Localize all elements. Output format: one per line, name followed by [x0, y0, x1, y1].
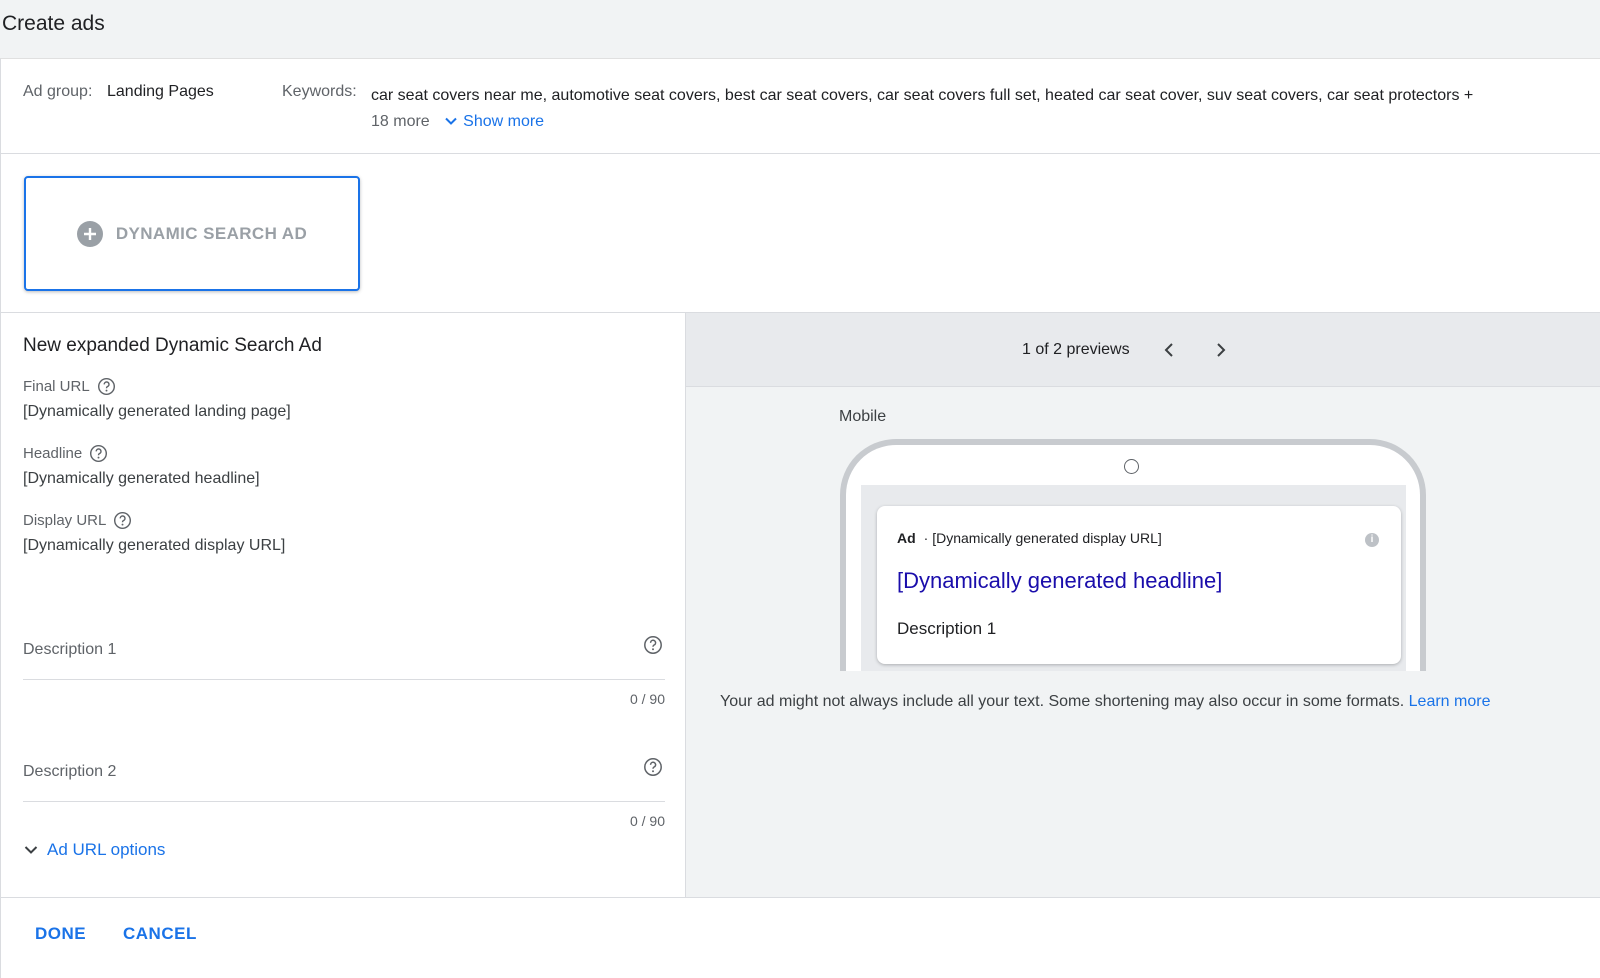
ad-top-line: Ad · [Dynamically generated display URL] — [897, 530, 1162, 546]
add-circle-icon — [76, 220, 103, 247]
mobile-label: Mobile — [839, 408, 887, 425]
chevron-right-icon — [1217, 343, 1226, 357]
description-2-underline — [23, 801, 665, 802]
preview-count: 1 of 2 previews — [1022, 341, 1130, 358]
final-url-label: Final URL — [23, 377, 116, 396]
done-button[interactable]: DONE — [35, 924, 86, 944]
ad-display-url: · [Dynamically generated display URL] — [923, 530, 1162, 546]
ad-preview-card: Ad · [Dynamically generated display URL] … — [877, 506, 1401, 664]
phone-screen: Ad · [Dynamically generated display URL] … — [861, 485, 1406, 671]
headline-label: Headline — [23, 444, 108, 463]
keywords-label: Keywords: — [282, 83, 357, 100]
help-icon[interactable] — [97, 377, 116, 396]
ad-group-info-bar: Ad group: Landing Pages Keywords: car se… — [1, 59, 1600, 154]
final-url-value: [Dynamically generated landing page] — [23, 403, 291, 420]
description-1-label: Description 1 — [23, 641, 117, 658]
info-icon[interactable]: i — [1365, 533, 1379, 547]
ad-badge: Ad — [897, 530, 916, 546]
ad-preview-panel: 1 of 2 previews Mobile Ad · [Dynamically … — [686, 313, 1600, 897]
description-2-field[interactable]: Description 2 0 / 90 — [23, 741, 665, 841]
chevron-down-icon — [24, 846, 38, 854]
description-1-underline — [23, 679, 665, 680]
display-url-value: [Dynamically generated display URL] — [23, 537, 286, 554]
ad-url-options-label: Ad URL options — [47, 840, 166, 859]
next-preview-button[interactable] — [1208, 337, 1234, 363]
form-title: New expanded Dynamic Search Ad — [23, 335, 322, 356]
preview-header: 1 of 2 previews — [686, 313, 1600, 387]
help-icon[interactable] — [643, 635, 663, 655]
display-url-label-text: Display URL — [23, 512, 107, 529]
dynamic-search-ad-button[interactable]: DYNAMIC SEARCH AD — [24, 176, 360, 291]
phone-frame: Ad · [Dynamically generated display URL] … — [840, 439, 1426, 671]
footer-actions: DONE CANCEL — [1, 897, 1600, 978]
keywords-list: car seat covers near me, automotive seat… — [371, 83, 1571, 135]
ad-headline: [Dynamically generated headline] — [897, 568, 1223, 593]
chevron-down-icon — [445, 117, 457, 125]
keywords-text: car seat covers near me, automotive seat… — [371, 87, 1474, 104]
final-url-label-text: Final URL — [23, 378, 90, 395]
learn-more-link[interactable]: Learn more — [1409, 693, 1491, 710]
ad-group-value: Landing Pages — [107, 83, 214, 100]
dynamic-search-ad-label: DYNAMIC SEARCH AD — [115, 223, 308, 243]
headline-value: [Dynamically generated headline] — [23, 470, 260, 487]
cancel-button[interactable]: CANCEL — [123, 924, 197, 944]
display-url-label: Display URL — [23, 511, 132, 530]
description-2-label: Description 2 — [23, 763, 117, 780]
ad-url-options-toggle[interactable]: Ad URL options — [23, 840, 165, 860]
ad-type-area: DYNAMIC SEARCH AD — [1, 154, 1600, 313]
keywords-more-count: 18 more — [371, 113, 430, 130]
show-more-link[interactable]: Show more — [444, 113, 544, 130]
disclaimer-text: Your ad might not always include all you… — [720, 693, 1405, 710]
chevron-left-icon — [1164, 343, 1173, 357]
headline-label-text: Headline — [23, 445, 83, 462]
ad-form-panel: New expanded Dynamic Search Ad Final URL… — [1, 313, 686, 897]
camera-icon — [1124, 459, 1139, 474]
ad-group-label: Ad group: — [23, 83, 93, 100]
ad-description: Description 1 — [897, 619, 997, 638]
description-1-field[interactable]: Description 1 0 / 90 — [23, 619, 665, 719]
show-more-label: Show more — [463, 113, 545, 130]
description-1-char-count: 0 / 90 — [629, 691, 665, 707]
help-icon[interactable] — [643, 757, 663, 777]
description-2-char-count: 0 / 90 — [629, 813, 665, 829]
help-icon[interactable] — [113, 511, 132, 530]
page-title: Create ads — [2, 12, 105, 35]
preview-disclaimer: Your ad might not always include all you… — [720, 693, 1490, 711]
previous-preview-button[interactable] — [1156, 337, 1182, 363]
create-ads-card: Ad group: Landing Pages Keywords: car se… — [0, 58, 1600, 978]
help-icon[interactable] — [89, 444, 108, 463]
